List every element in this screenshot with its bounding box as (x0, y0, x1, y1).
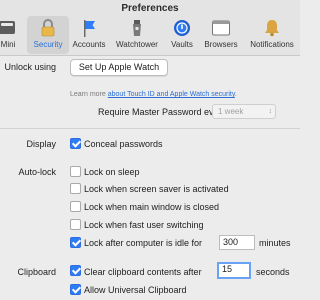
bell-icon (262, 18, 282, 38)
clear-unit-label: seconds (256, 267, 290, 277)
tab-accounts[interactable]: Accounts (70, 16, 108, 54)
require-master-password-label: Require Master Password every (98, 107, 227, 117)
lock-screen-saver-label: Lock when screen saver is activated (84, 184, 229, 194)
lock-window-closed-label: Lock when main window is closed (84, 202, 220, 212)
tab-label: Watchtower (116, 40, 158, 49)
mini-icon (0, 18, 18, 38)
watchtower-icon (127, 18, 147, 38)
lock-on-sleep-label: Lock on sleep (84, 167, 140, 177)
tab-label: Notifications (250, 40, 294, 49)
lock-fast-user-switching-label: Lock when fast user switching (84, 220, 204, 230)
universal-clipboard-label: Allow Universal Clipboard (84, 285, 187, 295)
universal-clipboard-checkbox[interactable] (70, 284, 81, 295)
tab-label: Security (33, 40, 63, 49)
tab-browsers[interactable]: Browsers (202, 16, 240, 54)
lock-fast-user-switching-checkbox[interactable] (70, 219, 81, 230)
divider (0, 128, 300, 129)
auto-lock-label: Auto-lock (18, 167, 56, 177)
clear-clipboard-checkbox[interactable] (70, 265, 81, 276)
idle-minutes-input[interactable]: 300 (219, 235, 255, 250)
lock-idle-label: Lock after computer is idle for (84, 238, 203, 248)
lock-window-closed-checkbox[interactable] (70, 201, 81, 212)
learn-more-hint: Learn more about Touch ID and Apple Watc… (70, 91, 237, 98)
toolbar: Preferences Mini Security Accounts Watch… (0, 0, 300, 56)
flag-icon (79, 18, 99, 38)
lock-screen-saver-checkbox[interactable] (70, 183, 81, 194)
master-password-interval-select[interactable]: 1 week ↕ (212, 104, 276, 119)
tab-label: Vaults (171, 40, 193, 49)
vault-icon (172, 18, 192, 38)
select-value: 1 week (218, 107, 244, 116)
unlock-label: Unlock using (4, 62, 56, 72)
conceal-passwords-label: Conceal passwords (84, 139, 163, 149)
idle-unit-label: minutes (259, 238, 291, 248)
hint-prefix: Learn more (70, 91, 108, 98)
display-label: Display (26, 139, 56, 149)
chevron-updown-icon: ↕ (268, 108, 273, 115)
conceal-passwords-checkbox[interactable] (70, 138, 81, 149)
set-up-apple-watch-button[interactable]: Set Up Apple Watch (70, 59, 168, 76)
clear-clipboard-label: Clear clipboard contents after (84, 267, 202, 277)
clear-seconds-input[interactable]: 15 (217, 262, 251, 279)
tab-vaults[interactable]: Vaults (166, 16, 198, 54)
lock-icon (38, 18, 58, 38)
tab-watchtower[interactable]: Watchtower (112, 16, 162, 54)
tab-label: Browsers (204, 40, 238, 49)
browser-icon (211, 18, 231, 38)
tab-label: Mini (0, 40, 16, 49)
lock-on-sleep-checkbox[interactable] (70, 166, 81, 177)
tab-mini[interactable]: Mini (0, 16, 22, 54)
window-title: Preferences (121, 3, 179, 14)
tab-notifications[interactable]: Notifications (244, 16, 300, 54)
hint-suffix: . (234, 91, 237, 98)
clipboard-label: Clipboard (17, 267, 56, 277)
touch-id-security-link[interactable]: about Touch ID and Apple Watch security (108, 91, 235, 98)
tab-label: Accounts (72, 40, 106, 49)
tab-security[interactable]: Security (27, 16, 69, 54)
lock-idle-checkbox[interactable] (70, 237, 81, 248)
